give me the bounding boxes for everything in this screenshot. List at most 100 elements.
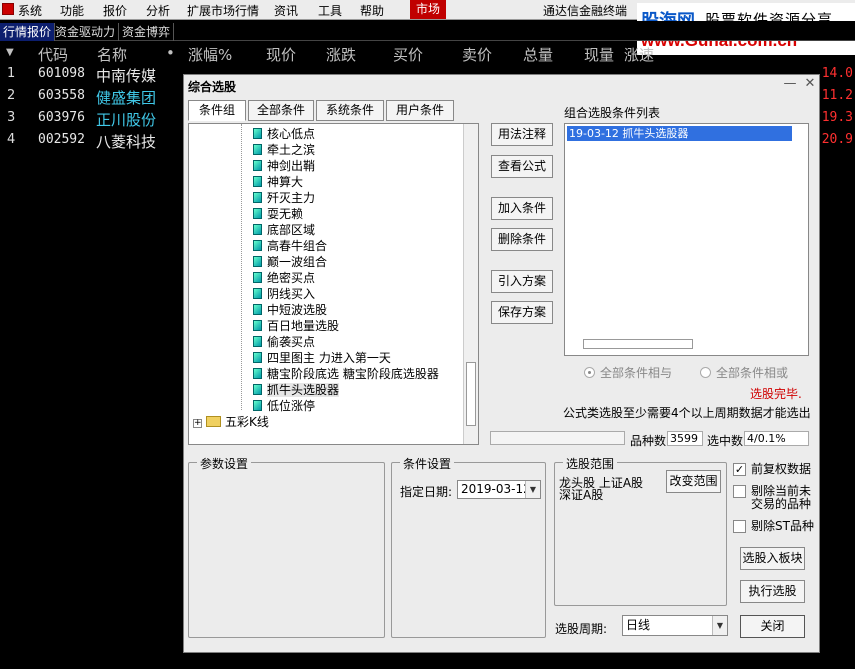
subtab-fund-drive[interactable]: 资金驱动力 xyxy=(52,23,120,41)
scrollbar-thumb[interactable] xyxy=(466,362,476,426)
period-select[interactable]: 日线 ▼ xyxy=(622,615,728,636)
subtab-quote[interactable]: 行情报价 xyxy=(0,23,56,41)
quote-table-header: ▼ 代码 名称 • 涨幅% 现价 涨跌 买价 卖价 总量 现量 涨速 xyxy=(0,42,855,64)
row-right-value: 20.9 xyxy=(821,132,853,147)
close-button[interactable]: 关闭 xyxy=(740,615,805,638)
checkbox-box[interactable] xyxy=(733,485,746,498)
tree-item[interactable]: 巅一波组合 xyxy=(253,253,327,269)
date-label: 指定日期: xyxy=(400,485,453,499)
tree-item-label: 百日地量选股 xyxy=(267,319,340,333)
chevron-down-icon[interactable]: ▼ xyxy=(525,481,540,498)
tree-item[interactable]: 神算大 xyxy=(253,173,303,189)
row-number: 2 xyxy=(7,88,16,103)
stock-name: 正川股份 xyxy=(96,111,157,129)
col-code[interactable]: 代码 xyxy=(38,44,68,65)
tab-all-conditions[interactable]: 全部条件 xyxy=(248,100,314,121)
tree-item[interactable]: 糖宝阶段底选 糖宝阶段底选股器 xyxy=(253,365,439,381)
tree-item[interactable]: 阴线买入 xyxy=(253,285,315,301)
col-current-volume[interactable]: 现量 xyxy=(584,44,614,65)
change-range-button[interactable]: 改变范围 xyxy=(666,470,721,493)
count-label: 品种数 xyxy=(630,434,667,448)
menu-system[interactable]: 系统 xyxy=(18,2,42,19)
tree-item-label: 核心低点 xyxy=(267,127,316,141)
tree-item[interactable]: 歼灭主力 xyxy=(253,189,315,205)
tree-item-selected[interactable]: 抓牛头选股器 xyxy=(253,381,340,397)
tree-item[interactable]: 神剑出鞘 xyxy=(253,157,315,173)
formula-icon xyxy=(253,176,262,187)
menu-market[interactable]: 市场 xyxy=(410,0,447,19)
chevron-down-icon[interactable]: ▼ xyxy=(712,616,727,635)
menu-help[interactable]: 帮助 xyxy=(360,2,384,19)
view-formula-button[interactable]: 查看公式 xyxy=(491,155,553,178)
delete-condition-button[interactable]: 删除条件 xyxy=(491,228,553,251)
tab-condition-group[interactable]: 条件组 xyxy=(188,100,246,121)
tree-item-label: 四里图主 力进入第一天 xyxy=(267,351,391,365)
tree-item[interactable]: 牵土之滨 xyxy=(253,141,315,157)
list-hscrollbar[interactable] xyxy=(583,339,693,349)
tree-scrollbar[interactable] xyxy=(463,124,478,444)
col-ask[interactable]: 卖价 xyxy=(462,44,492,65)
formula-tree[interactable]: 核心低点 牵土之滨 神剑出鞘 神算大 歼灭主力 耍无赖 底部区域 高春牛组合 巅… xyxy=(188,123,479,445)
tab-user-conditions[interactable]: 用户条件 xyxy=(386,100,454,121)
tree-item[interactable]: 高春牛组合 xyxy=(253,237,327,253)
usage-notes-button[interactable]: 用法注释 xyxy=(491,123,553,146)
subtab-fund-game[interactable]: 资金博弈 xyxy=(119,23,175,41)
tree-item[interactable]: 底部区域 xyxy=(253,221,315,237)
sort-arrow-icon[interactable]: ▼ xyxy=(6,47,14,58)
formula-icon xyxy=(253,400,262,411)
col-volume[interactable]: 总量 xyxy=(523,44,553,65)
tree-folder[interactable]: + 五彩K线 xyxy=(193,413,269,429)
row-number: 4 xyxy=(7,132,16,147)
execute-screen-button[interactable]: 执行选股 xyxy=(740,580,805,603)
checkbox-box[interactable] xyxy=(733,520,746,533)
tree-item[interactable]: 百日地量选股 xyxy=(253,317,339,333)
col-change-pct[interactable]: 涨幅% xyxy=(188,44,232,65)
minimize-icon[interactable]: — xyxy=(782,77,798,91)
expand-plus-icon[interactable]: + xyxy=(193,419,202,428)
list-item[interactable]: 19-03-12 抓牛头选股器 xyxy=(567,126,792,141)
radio-and[interactable]: 全部条件相与 xyxy=(584,364,672,381)
tree-item[interactable]: 四里图主 力进入第一天 xyxy=(253,349,391,365)
condition-list[interactable]: 19-03-12 抓牛头选股器 xyxy=(564,123,809,356)
tree-item-label: 低位涨停 xyxy=(267,399,316,413)
date-picker[interactable]: 2019-03-12 ▼ xyxy=(457,480,541,499)
stock-name: 中南传媒 xyxy=(96,67,157,85)
col-bid[interactable]: 买价 xyxy=(393,44,423,65)
save-plan-button[interactable]: 保存方案 xyxy=(491,301,553,324)
checkbox-check-icon[interactable]: ✓ xyxy=(733,463,746,476)
condition-list-label: 组合选股条件列表 xyxy=(564,106,661,120)
formula-icon xyxy=(253,288,262,299)
tree-item[interactable]: 绝密买点 xyxy=(253,269,315,285)
tree-item[interactable]: 低位涨停 xyxy=(253,397,315,413)
menu-tools[interactable]: 工具 xyxy=(318,2,342,19)
range-group-title: 选股范围 xyxy=(563,455,618,472)
condition-group-title: 条件设置 xyxy=(400,455,455,472)
col-change[interactable]: 涨跌 xyxy=(326,44,356,65)
menu-extended-market[interactable]: 扩展市场行情 xyxy=(187,2,259,19)
status-text: 选股完毕. xyxy=(750,387,802,401)
tree-item[interactable]: 中短波选股 xyxy=(253,301,327,317)
add-condition-button[interactable]: 加入条件 xyxy=(491,197,553,220)
col-name[interactable]: 名称 xyxy=(97,44,127,65)
tree-item-label: 底部区域 xyxy=(267,223,316,237)
col-speed[interactable]: 涨速 xyxy=(624,44,654,65)
tree-item-label: 抓牛头选股器 xyxy=(267,383,340,397)
menu-quote[interactable]: 报价 xyxy=(103,2,127,19)
menu-analysis[interactable]: 分析 xyxy=(146,2,170,19)
tab-system-conditions[interactable]: 系统条件 xyxy=(316,100,384,121)
param-group: 参数设置 xyxy=(188,455,385,638)
tree-item[interactable]: 耍无赖 xyxy=(253,205,303,221)
radio-or[interactable]: 全部条件相或 xyxy=(700,364,788,381)
menu-function[interactable]: 功能 xyxy=(60,2,84,19)
col-price[interactable]: 现价 xyxy=(266,44,296,65)
selected-value: 4/0.1% xyxy=(744,431,809,446)
add-to-block-button[interactable]: 选股入板块 xyxy=(740,547,805,570)
menu-news[interactable]: 资讯 xyxy=(274,2,298,19)
close-icon[interactable]: ✕ xyxy=(802,77,818,91)
import-plan-button[interactable]: 引入方案 xyxy=(491,270,553,293)
tree-item[interactable]: 偷袭买点 xyxy=(253,333,315,349)
tree-item[interactable]: 核心低点 xyxy=(253,125,315,141)
formula-icon xyxy=(253,144,262,155)
row-right-value: 11.2 xyxy=(821,88,853,103)
checkbox-label: 剔除ST品种 xyxy=(751,519,814,533)
